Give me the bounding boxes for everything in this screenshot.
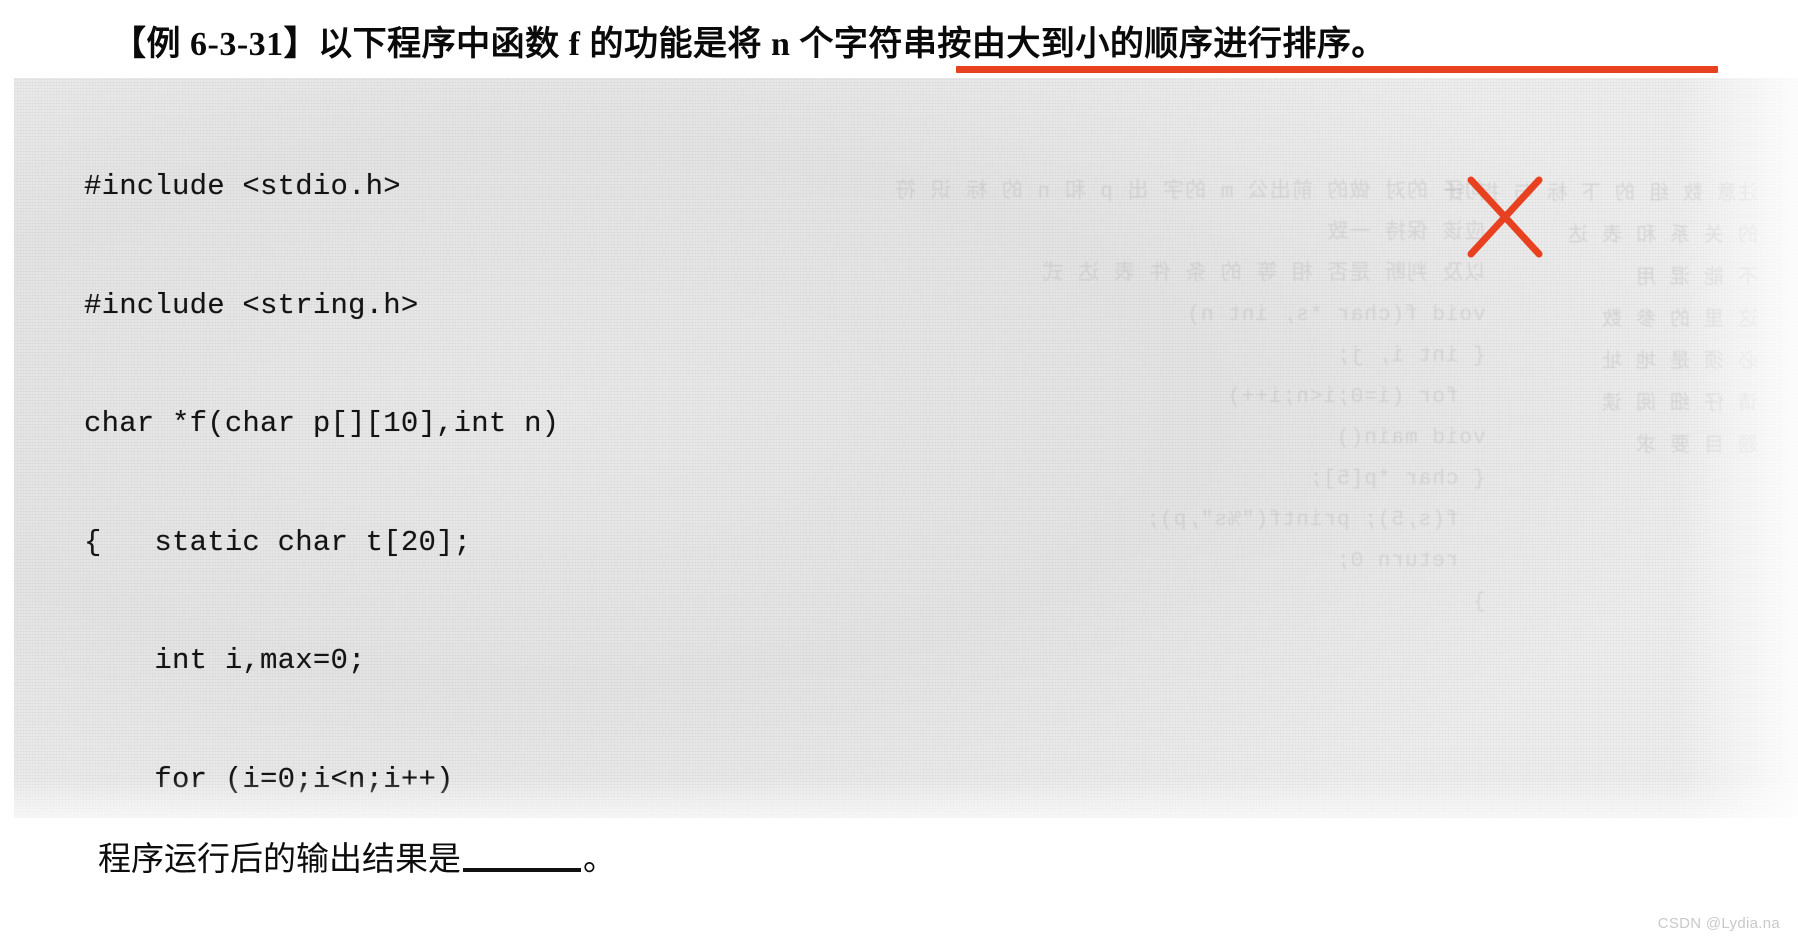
red-underline-annotation xyxy=(956,66,1718,73)
scanned-code-panel: 句子 的对 做的 前出公 m 的字 出 p 和 n 的 标 识 符 应该 保持 … xyxy=(14,78,1798,818)
code-line: #include <string.h> xyxy=(84,288,419,322)
c-source-code-listing: #include <stdio.h> #include <string.h> c… xyxy=(84,88,1035,818)
code-line: #include <stdio.h> xyxy=(84,170,401,203)
code-line: char *f(char p[][10],int n) xyxy=(84,407,560,440)
code-line: { static char t[20]; xyxy=(84,525,472,559)
page-title: 【例 6-3-31】以下程序中函数 f 的功能是将 n 个字符串按由大到小的顺序… xyxy=(112,26,1386,63)
question-prompt-text: 程序运行后的输出结果是 xyxy=(98,842,461,878)
code-line: for (i=0;i<n;i++) xyxy=(84,762,454,796)
code-line: int i,max=0; xyxy=(84,644,366,677)
red-x-icon xyxy=(1467,176,1543,258)
question-prompt-period: 。 xyxy=(583,842,616,878)
question-prompt-line: 程序运行后的输出结果是 。 xyxy=(98,832,616,882)
answer-blank[interactable] xyxy=(463,868,581,872)
example-title: 【例 6-3-31】以下程序中函数 f 的功能是将 n 个字符串按由大到小的顺序… xyxy=(112,22,1772,72)
csdn-watermark: CSDN @Lydia.na xyxy=(1657,915,1780,932)
